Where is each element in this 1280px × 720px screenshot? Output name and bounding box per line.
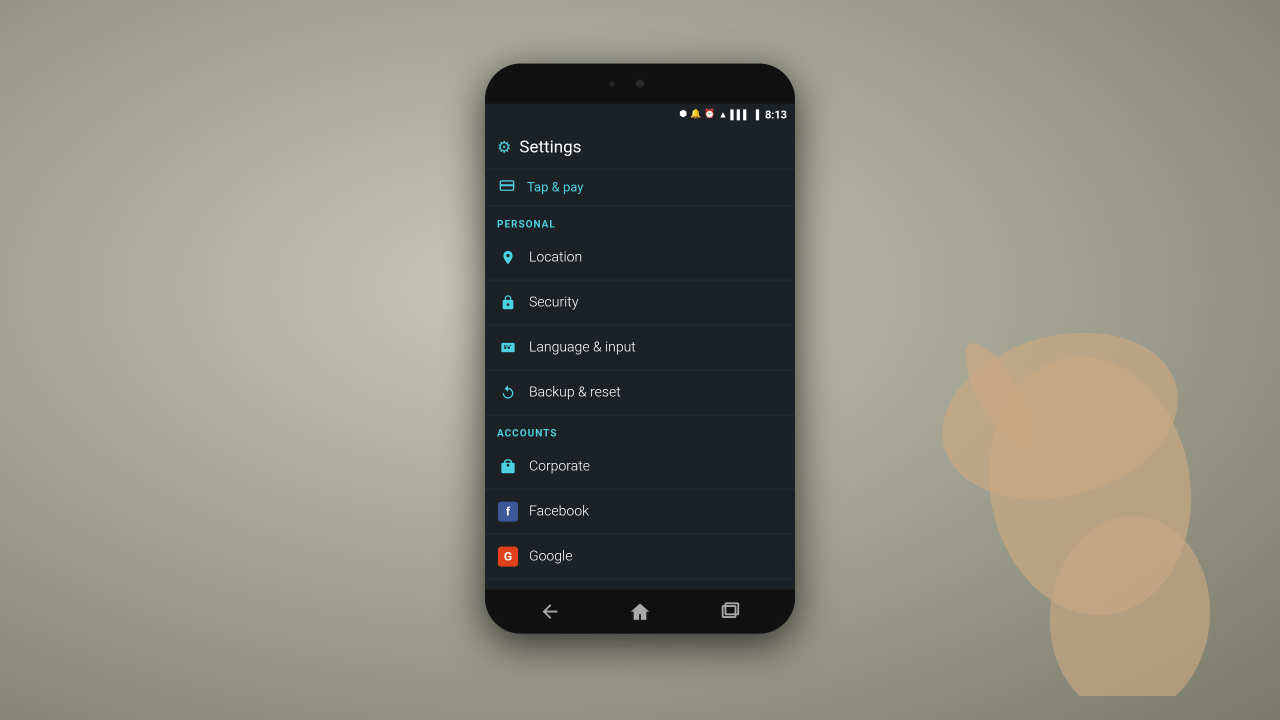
backup-icon: [497, 382, 519, 404]
clock-icon: ⏰: [704, 110, 715, 120]
bluetooth-icon: ⬢: [679, 110, 687, 120]
signal-icon: ▌▌▌: [730, 109, 749, 120]
home-button[interactable]: [629, 601, 651, 623]
tap-pay-label: Tap & pay: [527, 180, 583, 195]
phone-camera: [636, 80, 644, 88]
location-icon: [497, 247, 519, 269]
settings-gear-icon: ⚙: [497, 138, 511, 157]
scroll-content: Tap & pay PERSONAL Location: [485, 170, 795, 590]
tap-pay-icon: [497, 178, 517, 198]
facebook-label: Facebook: [529, 504, 589, 520]
corporate-icon: [497, 456, 519, 478]
phone-top-bezel: [485, 64, 795, 104]
phone-body: ⬢ 🔔 ⏰ ▲ ▌▌▌ ▐ 8:13 ⚙ Settings: [485, 64, 795, 634]
google-item[interactable]: G Google: [485, 535, 795, 580]
facebook-item[interactable]: f Facebook: [485, 490, 795, 535]
security-item[interactable]: Security: [485, 281, 795, 326]
security-label: Security: [529, 295, 578, 311]
status-bar: ⬢ 🔔 ⏰ ▲ ▌▌▌ ▐ 8:13: [485, 104, 795, 126]
alarm-icon: 🔔: [690, 110, 701, 120]
corporate-item[interactable]: Corporate: [485, 445, 795, 490]
phone-screen: ⬢ 🔔 ⏰ ▲ ▌▌▌ ▐ 8:13 ⚙ Settings: [485, 104, 795, 634]
language-icon: [497, 337, 519, 359]
scene: ⬢ 🔔 ⏰ ▲ ▌▌▌ ▐ 8:13 ⚙ Settings: [0, 0, 1280, 720]
location-label: Location: [529, 250, 582, 266]
backup-label: Backup & reset: [529, 385, 621, 401]
location-item[interactable]: Location: [485, 236, 795, 281]
accounts-label: ACCOUNTS: [497, 429, 557, 440]
battery-icon: ▐: [753, 109, 759, 120]
backup-item[interactable]: Backup & reset: [485, 371, 795, 416]
security-icon: [497, 292, 519, 314]
back-button[interactable]: [539, 601, 561, 623]
imap-item[interactable]: IMAP: [485, 580, 795, 590]
facebook-icon: f: [497, 501, 519, 523]
language-item[interactable]: Language & input: [485, 326, 795, 371]
facebook-icon-box: f: [498, 502, 518, 522]
recents-button[interactable]: [719, 601, 741, 623]
google-label: Google: [529, 549, 572, 565]
accounts-section-header: ACCOUNTS: [485, 416, 795, 445]
personal-label: PERSONAL: [497, 220, 556, 231]
status-icons: ⬢ 🔔 ⏰ ▲ ▌▌▌ ▐ 8:13: [679, 108, 787, 121]
hand-overlay: [780, 216, 1280, 696]
google-icon-box: G: [498, 547, 518, 567]
tap-and-pay-row[interactable]: Tap & pay: [485, 170, 795, 207]
personal-section-header: PERSONAL: [485, 207, 795, 236]
settings-title: Settings: [519, 137, 581, 157]
google-icon: G: [497, 546, 519, 568]
language-label: Language & input: [529, 340, 636, 356]
phone-speaker: [610, 81, 615, 86]
settings-header: ⚙ Settings: [485, 126, 795, 170]
bottom-nav: [485, 590, 795, 634]
corporate-label: Corporate: [529, 459, 590, 475]
status-time: 8:13: [765, 108, 787, 121]
wifi-icon: ▲: [719, 109, 728, 120]
